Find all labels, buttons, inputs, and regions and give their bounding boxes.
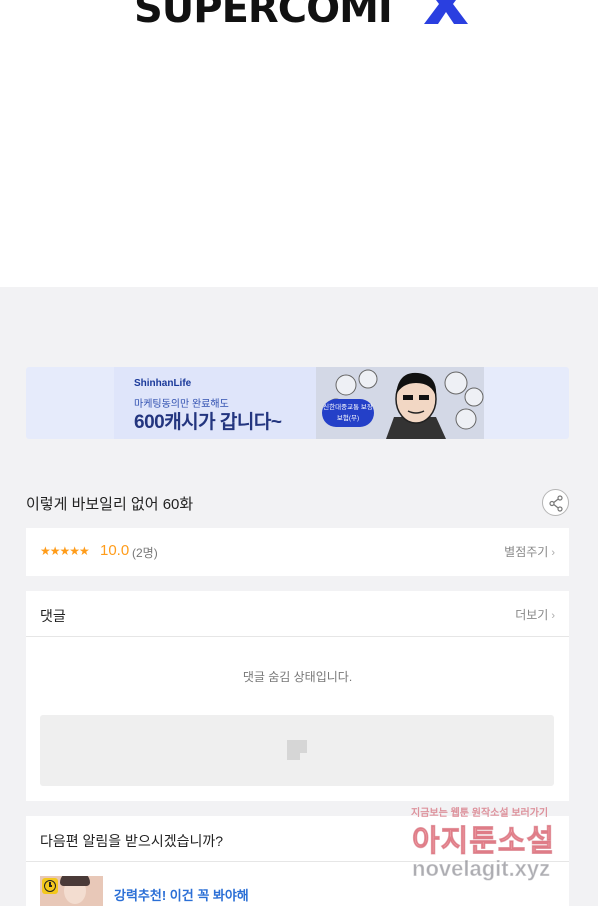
comments-title: 댓글 [40, 608, 66, 624]
ad-badge: 신한대중교통 보장보험(무) [322, 399, 374, 427]
comments-header: 댓글 더보기 › [26, 591, 569, 637]
comments-more-label: 더보기 [515, 608, 549, 622]
ad-banner-content: ShinhanLife 마케팅동의만 완료해도 600캐시가 갑니다~ 신한대중… [114, 367, 484, 439]
watermark-main: 아지툰소설 [412, 825, 555, 859]
recommend-link[interactable]: 강력추천! 이건 꼭 봐야해 [114, 885, 249, 904]
chevron-right-icon: › [551, 610, 555, 622]
episode-title: 이렇게 바보일리 없어 60화 [26, 496, 194, 513]
ad-brand: ShinhanLife [134, 378, 192, 389]
rating-card: ★★★★★ 10.0 (2명) 별점주기 › [26, 528, 569, 576]
rating-votes: (2명) [132, 546, 158, 560]
logo-x-mark [424, 0, 468, 24]
rate-button[interactable]: 별점주기 › [504, 543, 555, 560]
rate-button-label: 별점주기 [504, 545, 549, 559]
top-content-area: SUPERCOMI [0, 0, 598, 287]
thumbnail-hair [60, 876, 90, 886]
note-icon [287, 740, 307, 760]
chevron-right-icon: › [551, 547, 555, 559]
ad-banner[interactable]: ShinhanLife 마케팅동의만 완료해도 600캐시가 갑니다~ 신한대중… [26, 367, 569, 439]
share-icon [549, 495, 563, 512]
ad-illustration: 신한대중교통 보장보험(무) [316, 367, 484, 439]
watermark-url: novelagit.xyz [411, 856, 551, 882]
comments-more-button[interactable]: 더보기 › [515, 606, 555, 623]
comments-hidden-message: 댓글 숨김 상태입니다. [242, 670, 353, 684]
clock-icon [42, 878, 58, 894]
rating-stars: ★★★★★ [40, 544, 90, 558]
comments-card: 댓글 더보기 › 댓글 숨김 상태입니다. [26, 591, 569, 801]
recommend-thumbnail[interactable] [40, 876, 103, 906]
comment-placeholder [40, 715, 554, 786]
next-episode-title: 다음편 알림을 받으시겠습니까? [40, 833, 224, 849]
supercomix-logo: SUPERCOMI [134, 0, 393, 32]
watermark: 지금보는 웹툰 원작소설 보러가기 아지툰소설 novelagit.xyz [408, 804, 578, 888]
ad-headline: 600캐시가 갑니다~ [134, 412, 282, 433]
rating-score: 10.0 [100, 542, 130, 559]
share-button[interactable] [542, 489, 569, 516]
